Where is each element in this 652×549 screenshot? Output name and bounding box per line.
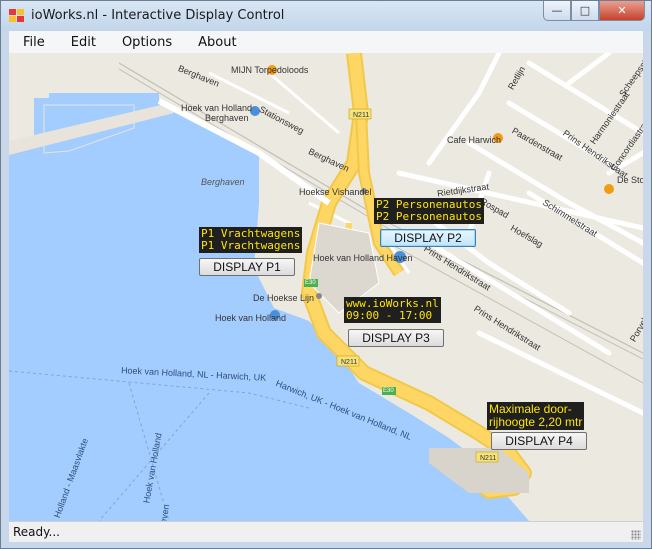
display-p3-line2: 09:00 - 17:00 [346, 309, 433, 322]
app-icon [9, 9, 24, 22]
status-bar: Ready... [9, 521, 643, 542]
map-label-hvh-berghaven-1: Hoek van Holland [181, 103, 253, 113]
road-marker-n211-bottom: N211 [480, 455, 497, 462]
map-label-vishandel: Hoekse Vishandel [299, 187, 372, 197]
menu-file[interactable]: File [9, 35, 57, 50]
display-p1-screen: P1 Vrachtwagens P1 Vrachtwagens [199, 227, 303, 253]
maximize-button[interactable]: □ [571, 1, 599, 21]
resize-grip[interactable] [631, 530, 641, 540]
display-p2-button[interactable]: DISPLAY P2 [380, 229, 476, 247]
close-icon: ✕ [617, 4, 627, 17]
display-p1-button[interactable]: DISPLAY P1 [199, 258, 295, 276]
display-p4-line1: Maximale door- [489, 402, 572, 416]
map-panel[interactable]: MIJN Torpedoloods Berghaven Stationsweg … [9, 53, 643, 521]
map-image [9, 53, 643, 521]
display-p3-button[interactable]: DISPLAY P3 [348, 329, 444, 347]
map-label-berghaven-water: Berghaven [201, 177, 245, 187]
minimize-button[interactable]: — [543, 1, 571, 21]
road-marker-n211-top: N211 [353, 112, 370, 119]
display-p1-line2: P1 Vrachtwagens [201, 239, 301, 252]
display-p2-line2: P2 Personenautos [376, 210, 482, 223]
maximize-icon: □ [579, 4, 591, 17]
menu-about[interactable]: About [184, 35, 248, 50]
road-marker-n211-mid: N211 [341, 359, 358, 366]
app-window: ioWorks.nl - Interactive Display Control… [0, 0, 652, 549]
display-p4-line2: rijhoogte 2,20 mtr [489, 415, 583, 429]
window-title: ioWorks.nl - Interactive Display Control [31, 8, 285, 23]
map-label-hvh-berghaven-2: Berghaven [205, 113, 249, 123]
road-marker-e30-1: E30 [305, 280, 316, 286]
minimize-icon: — [551, 4, 563, 17]
display-p4-button[interactable]: DISPLAY P4 [491, 432, 587, 450]
menu-bar: File Edit Options About [9, 31, 643, 53]
map-label-de-store: De Store [617, 175, 643, 185]
menu-options[interactable]: Options [108, 35, 184, 50]
map-label-cafe: Cafe Harwich [447, 135, 502, 145]
map-label-hoekse-lijn: De Hoekse Lijn [253, 293, 315, 303]
close-button[interactable]: ✕ [599, 1, 645, 21]
map-label-hvh: Hoek van Holland [215, 313, 287, 323]
display-p3-screen: www.ioWorks.nl 09:00 - 17:00 [344, 297, 441, 323]
map-label-hvh-haven: Hoek van Holland Haven [313, 253, 413, 263]
status-text: Ready... [13, 525, 60, 539]
display-p2-screen: P2 Personenautos P2 Personenautos [374, 198, 484, 224]
map-label-mijn: MIJN Torpedoloods [231, 65, 309, 75]
road-marker-e30-2: E30 [383, 388, 394, 394]
display-p4-screen: Maximale door- rijhoogte 2,20 mtr [487, 402, 585, 430]
title-bar[interactable]: ioWorks.nl - Interactive Display Control… [1, 1, 651, 31]
menu-edit[interactable]: Edit [57, 35, 108, 50]
